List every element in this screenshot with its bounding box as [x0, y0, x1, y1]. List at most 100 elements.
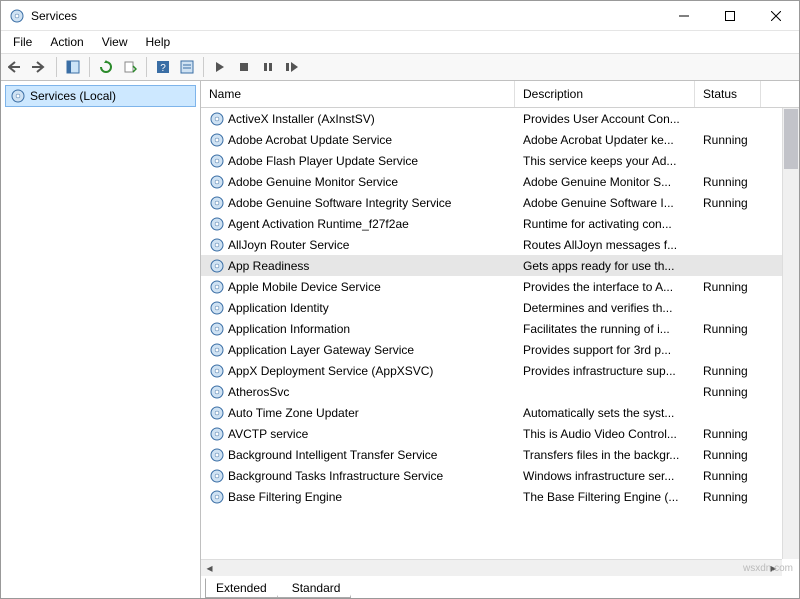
- service-name-cell: Adobe Genuine Monitor Service: [201, 174, 515, 190]
- service-name-cell: Background Intelligent Transfer Service: [201, 447, 515, 463]
- service-row[interactable]: Base Filtering EngineThe Base Filtering …: [201, 486, 799, 507]
- close-button[interactable]: [753, 1, 799, 31]
- service-row[interactable]: ActiveX Installer (AxInstSV)Provides Use…: [201, 108, 799, 129]
- show-hide-tree-button[interactable]: [62, 56, 84, 78]
- service-name-cell: Background Tasks Infrastructure Service: [201, 468, 515, 484]
- service-name: Background Intelligent Transfer Service: [228, 448, 437, 462]
- menu-help[interactable]: Help: [138, 33, 179, 51]
- restart-service-button[interactable]: [281, 56, 303, 78]
- service-row[interactable]: Background Tasks Infrastructure Service W…: [201, 465, 799, 486]
- service-icon: [209, 237, 225, 253]
- service-icon: [209, 258, 225, 274]
- export-list-button[interactable]: [119, 56, 141, 78]
- service-description-cell: Provides the interface to A...: [515, 280, 695, 294]
- back-button[interactable]: [5, 56, 27, 78]
- service-row[interactable]: AppX Deployment Service (AppXSVC)Provide…: [201, 360, 799, 381]
- service-status-cell: Running: [695, 175, 761, 189]
- service-description-cell: Runtime for activating con...: [515, 217, 695, 231]
- horizontal-scrollbar[interactable]: ◂ ▸: [201, 559, 782, 576]
- service-icon: [209, 321, 225, 337]
- column-header-description[interactable]: Description: [515, 81, 695, 107]
- forward-button[interactable]: [29, 56, 51, 78]
- maximize-button[interactable]: [707, 1, 753, 31]
- service-name-cell: Auto Time Zone Updater: [201, 405, 515, 421]
- pause-service-button[interactable]: [257, 56, 279, 78]
- tree-item-services-local[interactable]: Services (Local): [5, 85, 196, 107]
- service-description-cell: Transfers files in the backgr...: [515, 448, 695, 462]
- scroll-right-icon[interactable]: ▸: [765, 560, 782, 577]
- service-description-cell: The Base Filtering Engine (...: [515, 490, 695, 504]
- service-name-cell: App Readiness: [201, 258, 515, 274]
- tab-standard[interactable]: Standard: [277, 578, 352, 598]
- start-service-button[interactable]: [209, 56, 231, 78]
- toolbar: ?: [1, 53, 799, 81]
- service-row[interactable]: Adobe Acrobat Update ServiceAdobe Acroba…: [201, 129, 799, 150]
- service-row[interactable]: Adobe Genuine Monitor Service Adobe Genui…: [201, 171, 799, 192]
- menu-view[interactable]: View: [94, 33, 136, 51]
- service-row[interactable]: AVCTP service This is Audio Video Control…: [201, 423, 799, 444]
- service-icon: [209, 195, 225, 211]
- refresh-button[interactable]: [95, 56, 117, 78]
- scrollbar-thumb[interactable]: [784, 109, 798, 169]
- window-controls: [661, 1, 799, 31]
- service-name: Agent Activation Runtime_f27f2ae: [228, 217, 409, 231]
- service-row[interactable]: Adobe Genuine Software Integrity Service…: [201, 192, 799, 213]
- service-row[interactable]: Apple Mobile Device ServiceProvides the …: [201, 276, 799, 297]
- service-description-cell: Adobe Genuine Software I...: [515, 196, 695, 210]
- service-row[interactable]: Application Layer Gateway ServiceProvide…: [201, 339, 799, 360]
- service-description-cell: Facilitates the running of i...: [515, 322, 695, 336]
- service-row[interactable]: App Readiness Gets apps ready for use th.…: [201, 255, 799, 276]
- service-row[interactable]: Auto Time Zone UpdaterAutomatically sets…: [201, 402, 799, 423]
- svg-text:?: ?: [160, 63, 166, 74]
- menu-file[interactable]: File: [5, 33, 40, 51]
- service-description-cell: Routes AllJoyn messages f...: [515, 238, 695, 252]
- service-icon: [209, 300, 225, 316]
- services-window: Services File Action View Help ?: [0, 0, 800, 599]
- service-name: AVCTP service: [228, 427, 308, 441]
- service-status-cell: Running: [695, 196, 761, 210]
- service-icon: [209, 384, 225, 400]
- minimize-button[interactable]: [661, 1, 707, 31]
- service-row[interactable]: Agent Activation Runtime_f27f2ae Runtime …: [201, 213, 799, 234]
- service-description-cell: Provides User Account Con...: [515, 112, 695, 126]
- service-description-cell: Provides infrastructure sup...: [515, 364, 695, 378]
- menu-action[interactable]: Action: [42, 33, 91, 51]
- service-description-cell: Windows infrastructure ser...: [515, 469, 695, 483]
- service-row[interactable]: Application Information Facilitates the r…: [201, 318, 799, 339]
- service-name: Application Information: [228, 322, 350, 336]
- menu-bar: File Action View Help: [1, 31, 799, 53]
- service-status-cell: Running: [695, 490, 761, 504]
- service-status-cell: Running: [695, 280, 761, 294]
- service-name-cell: Apple Mobile Device Service: [201, 279, 515, 295]
- service-name: Adobe Genuine Monitor Service: [228, 175, 398, 189]
- scroll-left-icon[interactable]: ◂: [201, 560, 218, 577]
- service-row[interactable]: Application IdentityDetermines and verif…: [201, 297, 799, 318]
- service-name-cell: AtherosSvc: [201, 384, 515, 400]
- help-button[interactable]: ?: [152, 56, 174, 78]
- stop-service-button[interactable]: [233, 56, 255, 78]
- service-icon: [209, 342, 225, 358]
- service-row[interactable]: Background Intelligent Transfer Service T…: [201, 444, 799, 465]
- service-name: Auto Time Zone Updater: [228, 406, 359, 420]
- service-name: App Readiness: [228, 259, 309, 273]
- service-description-cell: Adobe Genuine Monitor S...: [515, 175, 695, 189]
- service-row[interactable]: Adobe Flash Player Update ServiceThis se…: [201, 150, 799, 171]
- vertical-scrollbar[interactable]: [782, 108, 799, 559]
- properties-button[interactable]: [176, 56, 198, 78]
- service-icon: [209, 111, 225, 127]
- service-row[interactable]: AllJoyn Router ServiceRoutes AllJoyn mes…: [201, 234, 799, 255]
- service-row[interactable]: AtherosSvcRunning: [201, 381, 799, 402]
- services-list[interactable]: ActiveX Installer (AxInstSV)Provides Use…: [201, 108, 799, 576]
- column-header-name[interactable]: Name: [201, 81, 515, 107]
- tab-extended[interactable]: Extended: [205, 578, 278, 598]
- service-name: Background Tasks Infrastructure Service: [228, 469, 443, 483]
- service-icon: [209, 363, 225, 379]
- service-icon: [209, 279, 225, 295]
- service-description-cell: Gets apps ready for use th...: [515, 259, 695, 273]
- service-name: Adobe Acrobat Update Service: [228, 133, 392, 147]
- gear-icon: [10, 88, 26, 104]
- service-status-cell: Running: [695, 427, 761, 441]
- column-header-status[interactable]: Status: [695, 81, 761, 107]
- service-icon: [209, 132, 225, 148]
- service-description-cell: This is Audio Video Control...: [515, 427, 695, 441]
